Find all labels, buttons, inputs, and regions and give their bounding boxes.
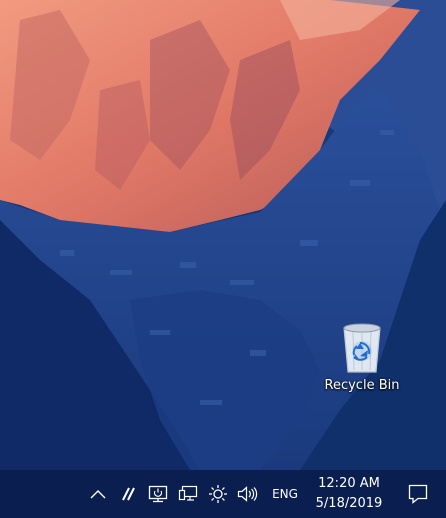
chevron-up-icon — [90, 490, 106, 499]
sun-icon — [209, 485, 227, 503]
clock-date: 5/18/2019 — [315, 496, 383, 511]
taskbar: ENG 12:20 AM 5/18/2019 — [0, 470, 446, 518]
desktop-screen: Recycle Bin ENG 12:20 AM 5/18/2019 — [0, 0, 446, 518]
taskbar-clock[interactable]: 12:20 AM 5/18/2019 — [308, 474, 390, 514]
brightness-button[interactable] — [204, 470, 232, 518]
network-icon — [178, 485, 198, 501]
language-indicator[interactable]: ENG — [266, 470, 304, 518]
desktop-icon-recycle-bin[interactable]: Recycle Bin — [318, 318, 406, 404]
volume-button[interactable] — [234, 470, 262, 518]
clock-time: 12:20 AM — [318, 476, 380, 491]
action-center-button[interactable] — [400, 470, 436, 518]
speaker-icon — [237, 486, 258, 502]
show-hidden-icons-button[interactable] — [84, 470, 112, 518]
monitor-power-icon — [148, 485, 168, 503]
notification-icon — [408, 484, 428, 504]
recycle-bin-icon — [343, 323, 381, 373]
network-button[interactable] — [174, 470, 202, 518]
pen-workspace-button[interactable] — [114, 470, 142, 518]
pen-icon — [122, 487, 135, 501]
recycle-bin-label: Recycle Bin — [324, 378, 400, 393]
remote-display-button[interactable] — [144, 470, 172, 518]
